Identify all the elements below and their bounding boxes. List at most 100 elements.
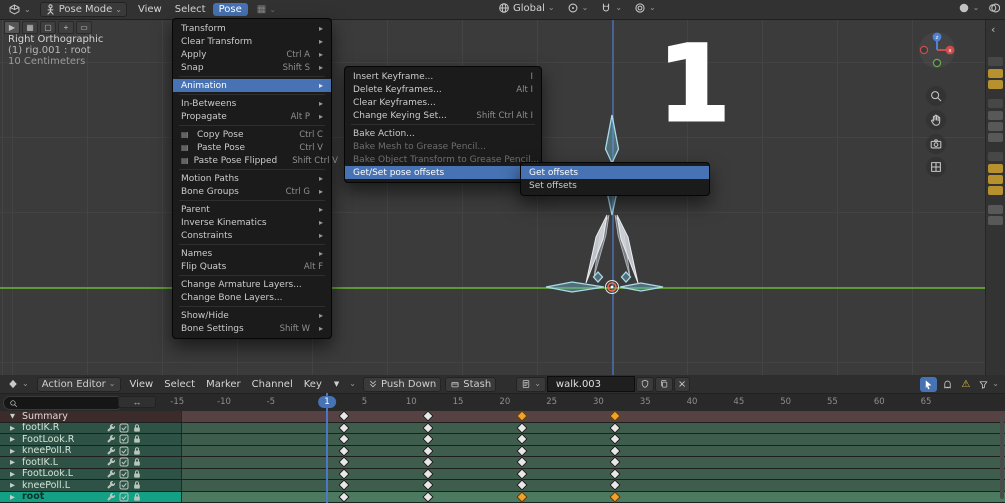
keyframe-diamond[interactable] xyxy=(516,456,528,468)
expand-arrow-icon[interactable]: ▶ xyxy=(10,481,18,489)
editor-type-button[interactable]: ⌄ xyxy=(4,2,35,17)
keyframe-lane[interactable] xyxy=(182,422,1005,434)
channel-name-box[interactable]: ▶ footIK.L xyxy=(0,457,182,468)
keyframe-diamond[interactable] xyxy=(516,410,528,422)
menu-item-change-keying-set[interactable]: Change Keying Set... Shift Ctrl Alt I xyxy=(345,109,541,122)
wrench-icon[interactable] xyxy=(106,480,116,490)
menu-item-delete-keyframes[interactable]: Delete Keyframes... Alt I xyxy=(345,83,541,96)
tool-annotate-button[interactable]: ▭ xyxy=(76,21,92,34)
keyframe-diamond[interactable] xyxy=(338,456,350,468)
pan-hand-icon-button[interactable] xyxy=(926,110,946,130)
keyframe-diamond[interactable] xyxy=(609,456,622,468)
lock-icon[interactable] xyxy=(132,469,142,479)
keyframe-diamond[interactable] xyxy=(338,491,350,503)
menu-item-insert-keyframe[interactable]: Insert Keyframe... I xyxy=(345,70,541,83)
warning-icon-button[interactable]: ⚠ xyxy=(958,377,973,392)
channel-name-box[interactable]: ▼ Summary xyxy=(0,411,182,422)
overlays-dropdown[interactable]: ⌄ xyxy=(988,2,1005,14)
keyframe-diamond[interactable] xyxy=(338,410,350,422)
menu-item-bone-settings[interactable]: Bone Settings Shift W ▸ xyxy=(173,322,331,335)
panel-field-stub[interactable] xyxy=(988,57,1003,66)
menu-item-clear-transform[interactable]: Clear Transform ▸ xyxy=(173,35,331,48)
proportional-edit-dropdown[interactable]: ⌄ xyxy=(634,2,656,14)
expand-arrow-icon[interactable]: ▶ xyxy=(10,447,18,455)
wrench-icon[interactable] xyxy=(106,434,116,444)
keyframe-diamond[interactable] xyxy=(609,479,622,491)
current-frame-indicator[interactable]: 1 xyxy=(318,396,336,408)
menu-item-paste-pose[interactable]: ▤ Paste Pose Ctrl V xyxy=(173,141,331,154)
tool-tweak-button[interactable]: ▶ xyxy=(4,21,20,34)
snap-dropdown[interactable]: ⌄ xyxy=(600,2,622,14)
keyframe-lane[interactable] xyxy=(182,468,1005,480)
panel-field-stub[interactable] xyxy=(988,175,1003,184)
lock-icon[interactable] xyxy=(132,492,142,502)
keyframe-diamond[interactable] xyxy=(422,433,434,445)
panel-field-stub[interactable] xyxy=(988,164,1003,173)
pivot-dropdown[interactable]: ⌄ xyxy=(567,2,588,14)
channel-name-box[interactable]: ▶ FootLook.R xyxy=(0,434,182,445)
keyframe-diamond[interactable] xyxy=(609,422,622,434)
panel-field-stub[interactable] xyxy=(988,69,1003,78)
lock-icon[interactable] xyxy=(132,480,142,490)
playhead-line[interactable] xyxy=(326,393,328,503)
checkbox-icon[interactable] xyxy=(119,434,129,444)
dropdown-icon-button[interactable]: ▼ xyxy=(331,377,342,392)
keyframe-diamond[interactable] xyxy=(338,422,350,434)
keyframe-diamond[interactable] xyxy=(609,468,622,480)
channel-name-box[interactable]: ▶ kneePoll.R xyxy=(0,445,182,456)
menu-select[interactable]: Select xyxy=(159,378,200,391)
menu-select[interactable]: Select xyxy=(169,3,212,16)
menu-view[interactable]: View xyxy=(125,378,159,391)
browse-action-button[interactable]: ⌄ xyxy=(516,376,546,392)
wrench-icon[interactable] xyxy=(106,469,116,479)
menu-marker[interactable]: Marker xyxy=(201,378,246,391)
menu-item-transform[interactable]: Transform ▸ xyxy=(173,22,331,35)
keyframe-lane[interactable] xyxy=(182,456,1005,468)
keyframe-diamond[interactable] xyxy=(516,433,528,445)
expand-arrow-icon[interactable]: ▶ xyxy=(10,470,18,478)
menu-item-motion-paths[interactable]: Motion Paths ▸ xyxy=(173,172,331,185)
keyframe-diamond[interactable] xyxy=(422,445,434,457)
shading-dropdown[interactable]: ⌄ xyxy=(958,2,979,14)
action-name-field[interactable]: walk.003 xyxy=(546,376,635,392)
lock-icon[interactable] xyxy=(132,423,142,433)
menu-view[interactable]: View xyxy=(132,3,168,16)
keyframe-diamond[interactable] xyxy=(338,433,350,445)
panel-field-stub[interactable] xyxy=(988,122,1003,131)
menu-item-names[interactable]: Names ▸ xyxy=(173,247,331,260)
pointer-icon-button[interactable] xyxy=(920,376,938,392)
keyframe-diamond[interactable] xyxy=(338,479,350,491)
expand-arrow-icon[interactable]: ▶ xyxy=(10,435,18,443)
keyframe-lane[interactable] xyxy=(182,433,1005,445)
panel-field-stub[interactable] xyxy=(988,186,1003,195)
channel-name-box[interactable]: ▶ FootLook.L xyxy=(0,468,182,479)
camera-view-icon-button[interactable] xyxy=(926,134,946,154)
push-down-button[interactable]: Push Down xyxy=(362,376,442,392)
keyframe-diamond[interactable] xyxy=(422,422,434,434)
wrench-icon[interactable] xyxy=(106,423,116,433)
dope-scrollbar[interactable] xyxy=(1000,415,1004,499)
menu-item-paste-pose-flipped[interactable]: ▤ Paste Pose Flipped Shift Ctrl V xyxy=(173,154,338,167)
lock-icon[interactable] xyxy=(132,457,142,467)
expand-arrow-icon[interactable]: ▶ xyxy=(10,493,18,501)
keyframe-diamond[interactable] xyxy=(422,479,434,491)
menu-item-animation[interactable]: Animation ▸ xyxy=(173,79,331,92)
channel-name-box[interactable]: ▶ kneePoll.L xyxy=(0,480,182,491)
lock-icon[interactable] xyxy=(132,446,142,456)
channel-name-box[interactable]: ▶ root xyxy=(0,491,182,502)
filter-funnel-button[interactable]: ⌄ xyxy=(975,377,1002,392)
menu-item-show-hide[interactable]: Show/Hide ▸ xyxy=(173,309,331,322)
menu-item-flip-quats[interactable]: Flip Quats Alt F xyxy=(173,260,331,273)
menu-key[interactable]: Key xyxy=(299,378,327,391)
menu-item-parent[interactable]: Parent ▸ xyxy=(173,203,331,216)
tool-select-box-button[interactable]: ▦ xyxy=(22,21,38,34)
keyframe-diamond[interactable] xyxy=(609,445,622,457)
checkbox-icon[interactable] xyxy=(119,457,129,467)
channel-name-box[interactable]: ▶ footIK.R xyxy=(0,422,182,433)
panel-field-stub[interactable] xyxy=(988,80,1003,89)
expand-arrow-icon[interactable]: ▶ xyxy=(10,458,18,466)
checkbox-icon[interactable] xyxy=(119,480,129,490)
menu-item-inverse-kinematics[interactable]: Inverse Kinematics ▸ xyxy=(173,216,331,229)
keyframe-diamond[interactable] xyxy=(516,479,528,491)
fake-user-button[interactable] xyxy=(635,376,654,392)
